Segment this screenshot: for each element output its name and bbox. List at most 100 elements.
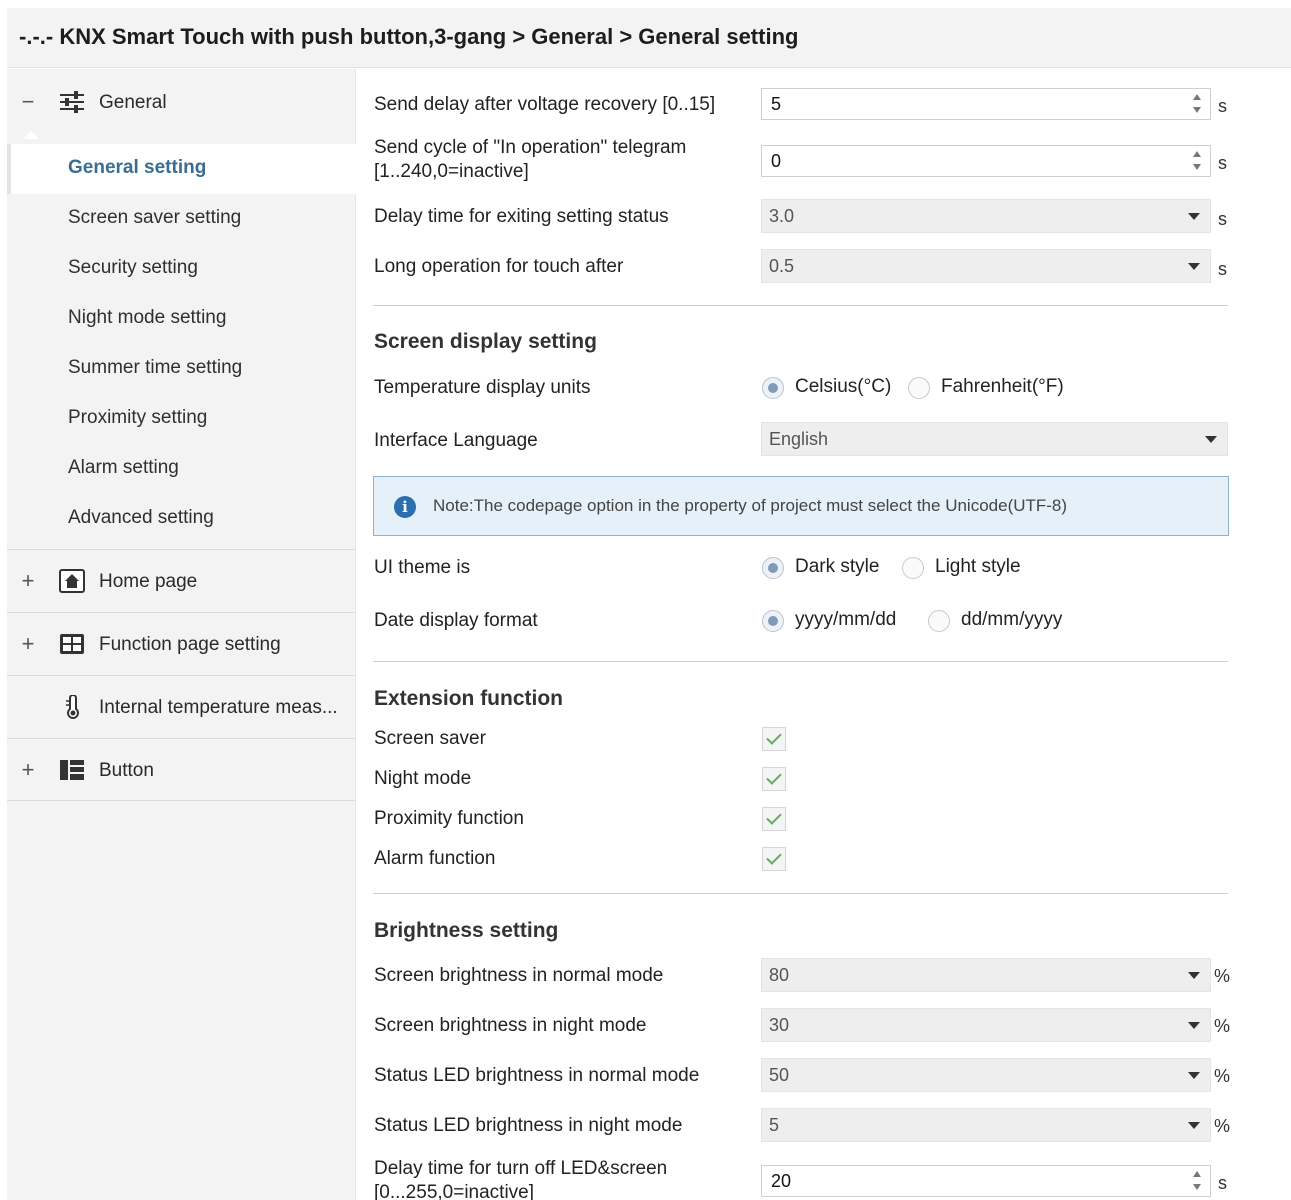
- led-night-dropdown[interactable]: 5: [761, 1108, 1211, 1142]
- screen-normal-value: 80: [769, 965, 790, 985]
- sidebar-group-button[interactable]: + Button: [7, 739, 356, 801]
- radio-empty-icon: [908, 377, 930, 399]
- send-delay-spinbox[interactable]: 5: [761, 88, 1211, 120]
- date-format-label: Date display format: [374, 610, 538, 631]
- screen-normal-label: Screen brightness in normal mode: [374, 965, 664, 986]
- chevron-down-icon: [1188, 1122, 1200, 1129]
- sidebar-group-label: Home page: [99, 571, 198, 592]
- send-delay-label: Send delay after voltage recovery [0..15…: [374, 94, 716, 115]
- screen-night-value: 30: [769, 1015, 790, 1035]
- led-normal-unit: %: [1214, 1066, 1231, 1086]
- radio-selected-icon: [762, 377, 784, 399]
- sidebar-item-security-setting[interactable]: Security setting: [7, 244, 356, 294]
- language-dropdown[interactable]: English: [761, 422, 1228, 456]
- led-night-value: 5: [769, 1115, 780, 1135]
- codepage-note: i Note:The codepage option in the proper…: [373, 476, 1229, 536]
- night-mode-checkbox[interactable]: [762, 767, 786, 791]
- long-op-label: Long operation for touch after: [374, 256, 624, 277]
- led-night-label: Status LED brightness in night mode: [374, 1115, 683, 1136]
- spin-arrows-icon[interactable]: [1192, 92, 1202, 116]
- sidebar-item-label: Security setting: [68, 257, 198, 278]
- expand-icon[interactable]: +: [21, 757, 35, 783]
- proximity-function-checkbox[interactable]: [762, 807, 786, 831]
- sidebar-item-screen-saver-setting[interactable]: Screen saver setting: [7, 194, 356, 244]
- sliders-icon: [60, 91, 84, 113]
- exit-delay-dropdown[interactable]: 3.0: [761, 199, 1211, 233]
- home-icon: [59, 569, 85, 593]
- sidebar-divider: [7, 800, 356, 801]
- spin-arrows-icon[interactable]: [1192, 149, 1202, 173]
- radio-empty-icon: [928, 610, 950, 632]
- sidebar-item-label: Advanced setting: [68, 507, 214, 528]
- expand-icon[interactable]: +: [21, 568, 35, 594]
- led-night-unit: %: [1214, 1116, 1231, 1136]
- sidebar-item-label: Alarm setting: [68, 457, 179, 478]
- chevron-down-icon: [1188, 1072, 1200, 1079]
- exit-delay-label: Delay time for exiting setting status: [374, 206, 669, 227]
- long-op-dropdown[interactable]: 0.5: [761, 249, 1211, 283]
- chevron-down-icon: [1188, 213, 1200, 220]
- title-bar: -.-.- KNX Smart Touch with push button,3…: [7, 8, 1291, 68]
- long-op-unit: s: [1218, 259, 1227, 279]
- sidebar-item-label: Screen saver setting: [68, 207, 242, 228]
- turn-off-value: 20: [771, 1171, 792, 1191]
- sidebar-item-proximity-setting[interactable]: Proximity setting: [7, 394, 356, 444]
- brightness-heading: Brightness setting: [374, 919, 559, 942]
- screen-night-dropdown[interactable]: 30: [761, 1008, 1211, 1042]
- screen-normal-unit: %: [1214, 966, 1231, 986]
- send-cycle-value: 0: [771, 151, 782, 171]
- sidebar-item-alarm-setting[interactable]: Alarm setting: [7, 444, 356, 494]
- sidebar-group-home-page[interactable]: + Home page: [7, 550, 356, 612]
- collapse-icon[interactable]: −: [21, 89, 35, 115]
- sidebar-item-label: General setting: [68, 157, 207, 178]
- exit-delay-unit: s: [1218, 209, 1227, 229]
- radio-empty-icon: [902, 557, 924, 579]
- grid-icon: [60, 634, 84, 654]
- send-cycle-label-line1: Send cycle of "In operation" telegram: [374, 137, 687, 158]
- send-cycle-unit: s: [1218, 153, 1227, 173]
- sidebar-group-general[interactable]: − General: [7, 71, 356, 133]
- send-cycle-spinbox[interactable]: 0: [761, 145, 1211, 177]
- send-delay-value: 5: [771, 94, 782, 114]
- spin-arrows-icon[interactable]: [1192, 1169, 1202, 1193]
- screen-night-unit: %: [1214, 1016, 1231, 1036]
- sidebar-group-label: Button: [99, 760, 154, 781]
- turn-off-label-line2: [0...255,0=inactive]: [374, 1182, 535, 1200]
- led-normal-value: 50: [769, 1065, 790, 1085]
- sidebar-item-night-mode-setting[interactable]: Night mode setting: [7, 294, 356, 344]
- fahrenheit-label: Fahrenheit(°F): [941, 376, 1064, 397]
- led-normal-dropdown[interactable]: 50: [761, 1058, 1211, 1092]
- exit-delay-value: 3.0: [769, 206, 795, 226]
- turn-off-spinbox[interactable]: 20: [761, 1165, 1211, 1197]
- sidebar-item-advanced-setting[interactable]: Advanced setting: [7, 494, 356, 544]
- thermometer-icon: [66, 695, 79, 719]
- chevron-down-icon: [1188, 972, 1200, 979]
- sidebar-group-function-page-setting[interactable]: + Function page setting: [7, 613, 356, 675]
- codepage-note-text: Note:The codepage option in the property…: [433, 496, 1068, 515]
- sidebar-item-summer-time-setting[interactable]: Summer time setting: [7, 344, 356, 394]
- language-label: Interface Language: [374, 430, 538, 451]
- screen-saver-checkbox[interactable]: [762, 727, 786, 751]
- sidebar-item-label: Night mode setting: [68, 307, 227, 328]
- section-divider: [373, 893, 1228, 894]
- sidebar-group-internal-temperature[interactable]: Internal temperature meas...: [7, 676, 356, 738]
- breadcrumb-title: -.-.- KNX Smart Touch with push button,3…: [19, 24, 799, 49]
- screen-normal-dropdown[interactable]: 80: [761, 958, 1211, 992]
- alarm-function-label: Alarm function: [374, 848, 496, 869]
- light-style-label: Light style: [935, 556, 1021, 577]
- sidebar-item-label: Proximity setting: [68, 407, 208, 428]
- chevron-down-icon: [1188, 1022, 1200, 1029]
- sidebar-item-general-setting[interactable]: General setting: [7, 144, 356, 194]
- info-icon: i: [394, 496, 416, 518]
- section-divider: [373, 661, 1228, 662]
- alarm-function-checkbox[interactable]: [762, 847, 786, 871]
- ui-theme-label: UI theme is: [374, 557, 471, 578]
- expand-icon[interactable]: +: [21, 631, 35, 657]
- night-mode-label: Night mode: [374, 768, 472, 789]
- screen-saver-label: Screen saver: [374, 728, 486, 749]
- section-divider: [373, 305, 1228, 306]
- radio-selected-icon: [762, 557, 784, 579]
- turn-off-label-line1: Delay time for turn off LED&screen: [374, 1158, 668, 1179]
- sidebar-item-label: Summer time setting: [68, 357, 243, 378]
- yyyy-mm-dd-label: yyyy/mm/dd: [795, 609, 897, 630]
